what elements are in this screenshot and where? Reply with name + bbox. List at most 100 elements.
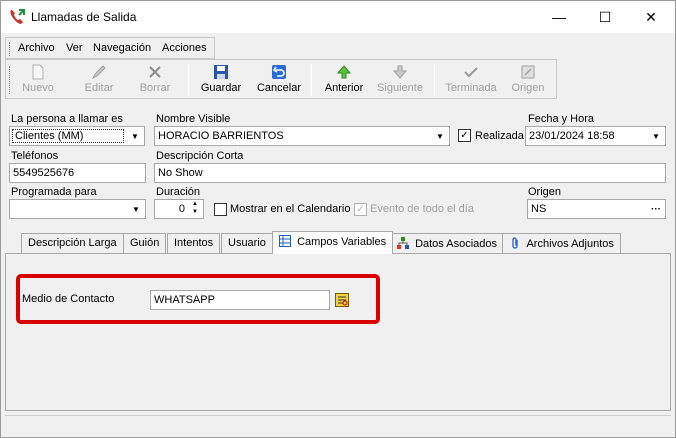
delete-button[interactable]: Borrar bbox=[137, 62, 173, 98]
tab-variable-fields[interactable]: Campos Variables bbox=[272, 231, 394, 254]
visible-name-value: HORACIO BARRIENTOS bbox=[158, 130, 284, 142]
lookup-icon[interactable] bbox=[335, 293, 349, 307]
close-button[interactable]: ✕ bbox=[628, 1, 674, 33]
tab-attempts[interactable]: Intentos bbox=[167, 233, 221, 253]
chevron-down-icon[interactable]: ▼ bbox=[127, 128, 143, 144]
tab-label: Archivos Adjuntos bbox=[526, 238, 614, 250]
arrow-down-icon bbox=[392, 65, 408, 79]
tab-label: Guión bbox=[130, 237, 160, 249]
edit-button[interactable]: Editar bbox=[81, 62, 117, 98]
floppy-save-icon bbox=[214, 65, 228, 79]
title-bar: Llamadas de Salida — ☐ ✕ bbox=[1, 1, 675, 33]
detail-tabs: Descripción Larga Guión Intentos Usuario… bbox=[5, 231, 671, 411]
visible-name-label: Nombre Visible bbox=[156, 113, 231, 125]
toolbar-grip[interactable] bbox=[9, 66, 12, 94]
show-in-calendar-label: Mostrar en el Calendario bbox=[230, 203, 351, 215]
short-description-value: No Show bbox=[158, 167, 203, 179]
toolbar-separator bbox=[188, 64, 189, 96]
menu-bar: Archivo Ver Navegación Acciones bbox=[5, 37, 215, 59]
scheduled-for-picker[interactable]: ▼ bbox=[9, 199, 146, 219]
origin-field[interactable]: NS ··· bbox=[527, 199, 666, 219]
new-label: Nuevo bbox=[22, 82, 54, 94]
new-document-icon bbox=[32, 64, 44, 80]
visible-name-select[interactable]: HORACIO BARRIENTOS ▼ bbox=[154, 126, 450, 146]
origin-icon bbox=[521, 65, 535, 79]
tab-user[interactable]: Usuario bbox=[221, 233, 273, 253]
date-time-picker[interactable]: 23/01/2024 18:58 ▼ bbox=[525, 126, 666, 146]
scheduled-for-label: Programada para bbox=[11, 186, 97, 198]
contact-medium-label: Medio de Contacto bbox=[22, 293, 115, 305]
phones-field[interactable]: 5549525676 bbox=[9, 163, 146, 183]
cancel-label: Cancelar bbox=[256, 82, 302, 94]
tab-label: Descripción Larga bbox=[28, 237, 117, 249]
delete-label: Borrar bbox=[139, 82, 171, 94]
maximize-button[interactable]: ☐ bbox=[582, 1, 628, 33]
show-in-calendar-checkbox[interactable] bbox=[214, 203, 227, 216]
contact-medium-field[interactable]: WHATSAPP bbox=[150, 290, 330, 310]
paperclip-icon bbox=[512, 237, 518, 249]
tab-label: Campos Variables bbox=[297, 236, 387, 248]
edit-label: Editar bbox=[84, 82, 114, 94]
arrow-up-icon bbox=[336, 65, 352, 79]
tab-long-description[interactable]: Descripción Larga bbox=[21, 233, 124, 253]
menu-acciones[interactable]: Acciones bbox=[162, 42, 207, 54]
save-label: Guardar bbox=[200, 82, 242, 94]
edit-icon bbox=[91, 65, 106, 80]
chevron-down-icon[interactable]: ▼ bbox=[648, 128, 664, 144]
tab-label: Usuario bbox=[228, 237, 266, 249]
short-description-field[interactable]: No Show bbox=[154, 163, 666, 183]
toolbar-separator bbox=[311, 64, 312, 96]
save-button[interactable]: Guardar bbox=[200, 62, 242, 98]
menu-navegacion[interactable]: Navegación bbox=[93, 42, 151, 54]
tab-label: Datos Asociados bbox=[415, 238, 497, 250]
all-day-event-label: Evento de todo el día bbox=[370, 203, 474, 215]
cancel-button[interactable]: Cancelar bbox=[256, 62, 302, 98]
tab-attachments[interactable]: Archivos Adjuntos bbox=[502, 233, 621, 253]
chevron-down-icon[interactable]: ▼ bbox=[128, 201, 144, 217]
chevron-down-icon[interactable]: ▼ bbox=[432, 128, 448, 144]
phones-value: 5549525676 bbox=[13, 167, 75, 179]
menu-archivo[interactable]: Archivo bbox=[18, 42, 55, 54]
phones-label: Teléfonos bbox=[11, 150, 59, 162]
person-type-value: Clientes (MM) bbox=[12, 129, 124, 143]
done-checkbox[interactable]: ✓ bbox=[458, 129, 471, 142]
next-label: Siguiente bbox=[377, 82, 423, 94]
tab-script[interactable]: Guión bbox=[123, 233, 167, 253]
person-to-call-label: La persona a llamar es bbox=[11, 113, 123, 125]
delete-x-icon bbox=[149, 66, 161, 78]
duration-value: 0 bbox=[178, 203, 185, 215]
tab-associated-data[interactable]: Datos Asociados bbox=[390, 233, 504, 253]
toolbar: Nuevo Editar Borrar Guardar Cancelar Ant… bbox=[5, 59, 557, 99]
date-time-value: 23/01/2024 18:58 bbox=[529, 130, 615, 142]
done-label: Realizada bbox=[475, 130, 524, 142]
checkmark-icon bbox=[464, 67, 478, 78]
person-type-select[interactable]: Clientes (MM) ▼ bbox=[9, 126, 145, 146]
variable-fields-panel: Medio de Contacto WHATSAPP bbox=[5, 253, 671, 411]
previous-button[interactable]: Anterior bbox=[322, 62, 366, 98]
table-icon bbox=[279, 235, 291, 247]
next-button[interactable]: Siguiente bbox=[374, 62, 426, 98]
all-day-event-checkbox[interactable]: ✓ bbox=[354, 203, 367, 216]
tab-label: Intentos bbox=[174, 237, 214, 249]
short-description-label: Descripción Corta bbox=[156, 150, 244, 162]
menu-ver[interactable]: Ver bbox=[66, 42, 83, 54]
phone-icon bbox=[10, 9, 25, 24]
menu-grip[interactable] bbox=[9, 42, 12, 56]
previous-label: Anterior bbox=[324, 82, 364, 94]
origin-field-label: Origen bbox=[528, 186, 562, 198]
date-time-label: Fecha y Hora bbox=[528, 113, 595, 125]
origin-field-value: NS bbox=[531, 203, 547, 215]
duration-label: Duración bbox=[156, 186, 201, 198]
ellipsis-button[interactable]: ··· bbox=[648, 201, 664, 217]
hierarchy-icon bbox=[397, 237, 409, 249]
minimize-button[interactable]: — bbox=[536, 1, 582, 33]
duration-spinner[interactable]: 0 ▲ ▼ bbox=[154, 199, 204, 219]
new-button[interactable]: Nuevo bbox=[20, 62, 56, 98]
toolbar-separator bbox=[434, 64, 435, 96]
finished-button[interactable]: Terminada bbox=[444, 62, 498, 98]
undo-icon bbox=[272, 65, 286, 79]
origin-button[interactable]: Origen bbox=[508, 62, 548, 98]
status-bar bbox=[5, 415, 671, 435]
spin-arrows-icon[interactable]: ▲ ▼ bbox=[188, 200, 202, 218]
contact-medium-value: WHATSAPP bbox=[154, 294, 215, 306]
